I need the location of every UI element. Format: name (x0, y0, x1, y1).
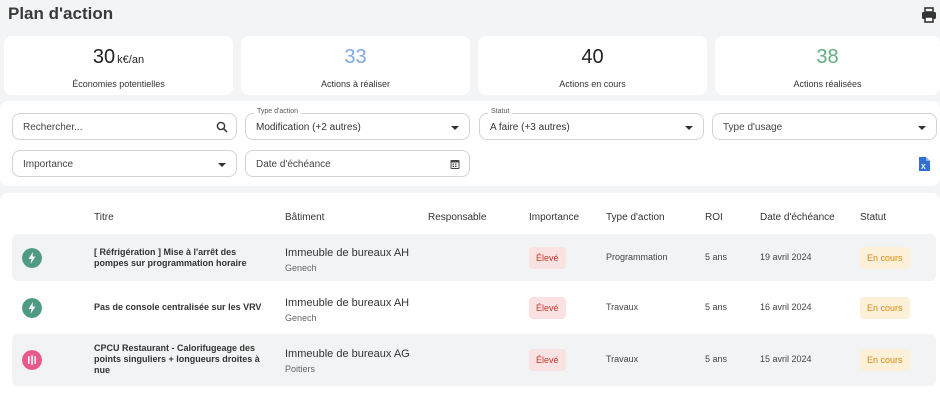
roi: 5 ans (705, 252, 728, 262)
status-badge: En cours (860, 297, 910, 319)
kpi-label: Actions réalisées (793, 79, 862, 89)
action-title: [ Réfrigération ] Mise à l'arrêt des pom… (94, 247, 247, 268)
building-name: Immeuble de bureaux AH (285, 247, 410, 259)
status-badge: En cours (860, 247, 910, 269)
column-header[interactable]: Titre (94, 212, 114, 223)
column-header[interactable]: Statut (860, 212, 886, 223)
column-header[interactable]: ROI (705, 212, 723, 223)
action-type: Travaux (606, 302, 639, 312)
kpi-actions-to-do: 33 Actions à réaliser (241, 36, 470, 95)
column-header[interactable]: Importance (529, 212, 579, 223)
chevron-down-icon (685, 126, 693, 130)
kpi-label: Actions à réaliser (320, 79, 391, 89)
building-city: Poitiers (285, 364, 316, 374)
column-header[interactable]: Responsable (428, 212, 486, 223)
printer-icon[interactable] (920, 6, 938, 24)
chevron-down-icon (218, 163, 226, 167)
status-badge: En cours (860, 349, 910, 371)
svg-text:X: X (921, 164, 926, 171)
kpi-label: Économies potentielles (72, 79, 165, 89)
due-date: 16 avril 2024 (760, 302, 812, 312)
action-title: Pas de console centralisée sur les VRV (94, 302, 262, 312)
action-type: Travaux (606, 354, 639, 364)
chevron-down-icon (451, 126, 459, 130)
building-name: Immeuble de bureaux AH (285, 297, 410, 309)
chevron-down-icon (918, 126, 926, 130)
due-date-input[interactable]: Date d'échéance (245, 150, 470, 177)
search-input[interactable]: Rechercher... (12, 113, 237, 140)
search-icon (216, 121, 228, 133)
importance-badge: Élevé (529, 247, 566, 269)
building-city: Genech (285, 263, 317, 273)
kpi-value: 40 (581, 46, 604, 68)
page-title: Plan d'action (8, 4, 114, 23)
kpi-label: Actions en cours (559, 79, 626, 89)
kpi-value: 33 (344, 46, 367, 68)
action-type-select[interactable]: Type d'action Modification (+2 autres) (245, 108, 470, 140)
kpi-actions-in-progress: 40 Actions en cours (478, 36, 707, 95)
kpi-actions-done: 38 Actions réalisées (715, 36, 940, 95)
column-header[interactable]: Bâtiment (285, 212, 324, 223)
action-type: Programmation (606, 252, 668, 262)
due-date: 19 avril 2024 (760, 252, 812, 262)
importance-badge: Élevé (529, 297, 566, 319)
status-select[interactable]: Statut A faire (+3 autres) (479, 108, 704, 140)
excel-icon[interactable]: X (918, 157, 930, 171)
kpi-value: 30 k€/an (92, 46, 145, 68)
importance-select[interactable]: Importance (12, 150, 237, 177)
lightning-icon (22, 298, 42, 318)
filters-panel: Rechercher... Type d'action Modification… (0, 101, 940, 186)
due-date: 15 avril 2024 (760, 354, 812, 364)
building-name: Immeuble de bureaux AG (285, 348, 410, 360)
importance-badge: Élevé (529, 349, 566, 371)
kpi-value: 38 (816, 46, 839, 68)
column-header[interactable]: Type d'action (606, 212, 665, 223)
usage-type-select[interactable]: Type d'usage (712, 113, 937, 140)
lightning-icon (22, 248, 42, 268)
building-city: Genech (285, 313, 317, 323)
actions-table: Titre Bâtiment Responsable Importance Ty… (0, 193, 940, 396)
column-header[interactable]: Date d'échéance (760, 212, 835, 223)
kpi-potential-savings: 30 k€/an Économies potentielles (4, 36, 233, 95)
table-row[interactable]: [ Réfrigération ] Mise à l'arrêt des pom… (12, 234, 936, 281)
roi: 5 ans (705, 302, 728, 312)
table-row[interactable]: CPCU Restaurant - Calorifugeage des poin… (12, 334, 936, 386)
action-title: CPCU Restaurant - Calorifugeage des poin… (94, 343, 260, 375)
calendar-icon (450, 160, 460, 169)
heating-icon (22, 350, 42, 370)
table-row[interactable]: Pas de console centralisée sur les VRV I… (12, 284, 936, 331)
roi: 5 ans (705, 354, 728, 364)
